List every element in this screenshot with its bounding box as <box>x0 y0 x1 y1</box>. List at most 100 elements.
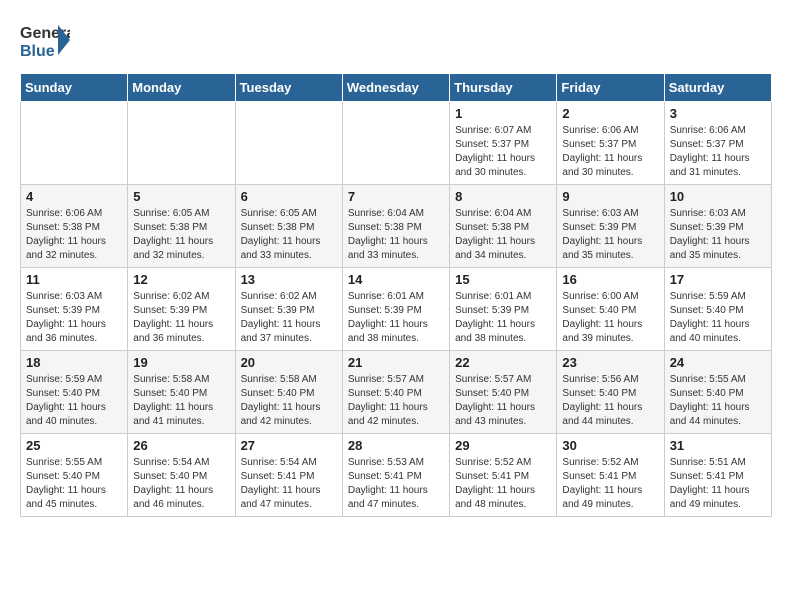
calendar-cell: 16 Sunrise: 6:00 AM Sunset: 5:40 PM Dayli… <box>557 268 664 351</box>
day-detail: Sunrise: 6:02 AM Sunset: 5:39 PM Dayligh… <box>241 290 337 346</box>
day-detail: Sunrise: 6:06 AM Sunset: 5:37 PM Dayligh… <box>670 124 766 180</box>
calendar-cell: 29 Sunrise: 5:52 AM Sunset: 5:41 PM Dayli… <box>450 434 557 517</box>
calendar-cell: 26 Sunrise: 5:54 AM Sunset: 5:40 PM Dayli… <box>128 434 235 517</box>
day-detail: Sunrise: 5:51 AM Sunset: 5:41 PM Dayligh… <box>670 456 766 512</box>
day-number: 25 <box>26 438 122 453</box>
weekday-header-friday: Friday <box>557 74 664 102</box>
logo: General Blue <box>20 20 70 65</box>
calendar-cell <box>128 102 235 185</box>
calendar-week-4: 18Sunrise: 5:59 AM Sunset: 5:40 PM Dayli… <box>21 351 772 434</box>
day-detail: Sunrise: 5:55 AM Sunset: 5:40 PM Dayligh… <box>26 456 122 512</box>
calendar-week-2: 4Sunrise: 6:06 AM Sunset: 5:38 PM Daylig… <box>21 185 772 268</box>
weekday-header-thursday: Thursday <box>450 74 557 102</box>
calendar-week-3: 11 Sunrise: 6:03 AM Sunset: 5:39 PM Dayli… <box>21 268 772 351</box>
day-number: 21 <box>348 355 444 370</box>
day-detail: Sunrise: 5:52 AM Sunset: 5:41 PM Dayligh… <box>455 456 551 512</box>
svg-text:Blue: Blue <box>20 43 55 60</box>
calendar-cell: 4Sunrise: 6:06 AM Sunset: 5:38 PM Daylig… <box>21 185 128 268</box>
day-detail: Sunrise: 5:54 AM Sunset: 5:41 PM Dayligh… <box>241 456 337 512</box>
calendar-cell <box>235 102 342 185</box>
calendar-cell: 1 Sunrise: 6:07 AM Sunset: 5:37 PM Daylig… <box>450 102 557 185</box>
day-detail: Sunrise: 6:05 AM Sunset: 5:38 PM Dayligh… <box>133 207 229 263</box>
calendar-cell: 13 Sunrise: 6:02 AM Sunset: 5:39 PM Dayli… <box>235 268 342 351</box>
weekday-header-monday: Monday <box>128 74 235 102</box>
calendar-cell: 18Sunrise: 5:59 AM Sunset: 5:40 PM Dayli… <box>21 351 128 434</box>
day-number: 22 <box>455 355 551 370</box>
day-detail: Sunrise: 6:05 AM Sunset: 5:38 PM Dayligh… <box>241 207 337 263</box>
calendar-cell: 11 Sunrise: 6:03 AM Sunset: 5:39 PM Dayli… <box>21 268 128 351</box>
weekday-header-wednesday: Wednesday <box>342 74 449 102</box>
day-detail: Sunrise: 5:57 AM Sunset: 5:40 PM Dayligh… <box>348 373 444 429</box>
day-number: 18 <box>26 355 122 370</box>
calendar-week-1: 1 Sunrise: 6:07 AM Sunset: 5:37 PM Daylig… <box>21 102 772 185</box>
day-detail: Sunrise: 5:52 AM Sunset: 5:41 PM Dayligh… <box>562 456 658 512</box>
calendar-cell: 6 Sunrise: 6:05 AM Sunset: 5:38 PM Daylig… <box>235 185 342 268</box>
day-detail: Sunrise: 5:54 AM Sunset: 5:40 PM Dayligh… <box>133 456 229 512</box>
day-detail: Sunrise: 5:59 AM Sunset: 5:40 PM Dayligh… <box>670 290 766 346</box>
day-number: 4 <box>26 189 122 204</box>
day-detail: Sunrise: 6:03 AM Sunset: 5:39 PM Dayligh… <box>26 290 122 346</box>
day-number: 7 <box>348 189 444 204</box>
calendar-table: SundayMondayTuesdayWednesdayThursdayFrid… <box>20 73 772 517</box>
day-detail: Sunrise: 6:03 AM Sunset: 5:39 PM Dayligh… <box>562 207 658 263</box>
day-number: 31 <box>670 438 766 453</box>
calendar-cell: 22 Sunrise: 5:57 AM Sunset: 5:40 PM Dayli… <box>450 351 557 434</box>
day-detail: Sunrise: 5:58 AM Sunset: 5:40 PM Dayligh… <box>133 373 229 429</box>
day-detail: Sunrise: 5:58 AM Sunset: 5:40 PM Dayligh… <box>241 373 337 429</box>
page-header: General Blue <box>20 20 772 65</box>
calendar-cell: 23 Sunrise: 5:56 AM Sunset: 5:40 PM Dayli… <box>557 351 664 434</box>
day-number: 2 <box>562 106 658 121</box>
calendar-cell: 8 Sunrise: 6:04 AM Sunset: 5:38 PM Daylig… <box>450 185 557 268</box>
day-number: 29 <box>455 438 551 453</box>
calendar-cell <box>342 102 449 185</box>
weekday-header-saturday: Saturday <box>664 74 771 102</box>
day-number: 23 <box>562 355 658 370</box>
calendar-cell: 17 Sunrise: 5:59 AM Sunset: 5:40 PM Dayli… <box>664 268 771 351</box>
calendar-cell: 12 Sunrise: 6:02 AM Sunset: 5:39 PM Dayli… <box>128 268 235 351</box>
calendar-cell: 7Sunrise: 6:04 AM Sunset: 5:38 PM Daylig… <box>342 185 449 268</box>
calendar-cell: 14 Sunrise: 6:01 AM Sunset: 5:39 PM Dayli… <box>342 268 449 351</box>
day-number: 16 <box>562 272 658 287</box>
day-detail: Sunrise: 6:01 AM Sunset: 5:39 PM Dayligh… <box>455 290 551 346</box>
calendar-cell: 25 Sunrise: 5:55 AM Sunset: 5:40 PM Dayli… <box>21 434 128 517</box>
calendar-cell: 9 Sunrise: 6:03 AM Sunset: 5:39 PM Daylig… <box>557 185 664 268</box>
day-number: 26 <box>133 438 229 453</box>
calendar-cell: 19 Sunrise: 5:58 AM Sunset: 5:40 PM Dayli… <box>128 351 235 434</box>
day-number: 28 <box>348 438 444 453</box>
day-detail: Sunrise: 5:57 AM Sunset: 5:40 PM Dayligh… <box>455 373 551 429</box>
day-number: 19 <box>133 355 229 370</box>
day-number: 1 <box>455 106 551 121</box>
calendar-cell: 31 Sunrise: 5:51 AM Sunset: 5:41 PM Dayli… <box>664 434 771 517</box>
day-detail: Sunrise: 6:03 AM Sunset: 5:39 PM Dayligh… <box>670 207 766 263</box>
day-detail: Sunrise: 5:56 AM Sunset: 5:40 PM Dayligh… <box>562 373 658 429</box>
day-detail: Sunrise: 6:07 AM Sunset: 5:37 PM Dayligh… <box>455 124 551 180</box>
day-detail: Sunrise: 5:55 AM Sunset: 5:40 PM Dayligh… <box>670 373 766 429</box>
day-detail: Sunrise: 6:04 AM Sunset: 5:38 PM Dayligh… <box>455 207 551 263</box>
day-number: 11 <box>26 272 122 287</box>
calendar-cell: 5Sunrise: 6:05 AM Sunset: 5:38 PM Daylig… <box>128 185 235 268</box>
day-number: 8 <box>455 189 551 204</box>
calendar-cell: 10Sunrise: 6:03 AM Sunset: 5:39 PM Dayli… <box>664 185 771 268</box>
logo-icon: General Blue <box>20 20 70 65</box>
day-number: 17 <box>670 272 766 287</box>
day-detail: Sunrise: 6:02 AM Sunset: 5:39 PM Dayligh… <box>133 290 229 346</box>
calendar-cell: 30 Sunrise: 5:52 AM Sunset: 5:41 PM Dayli… <box>557 434 664 517</box>
day-number: 20 <box>241 355 337 370</box>
day-number: 13 <box>241 272 337 287</box>
day-number: 6 <box>241 189 337 204</box>
day-detail: Sunrise: 5:53 AM Sunset: 5:41 PM Dayligh… <box>348 456 444 512</box>
calendar-cell: 27 Sunrise: 5:54 AM Sunset: 5:41 PM Dayli… <box>235 434 342 517</box>
day-number: 9 <box>562 189 658 204</box>
calendar-cell: 28 Sunrise: 5:53 AM Sunset: 5:41 PM Dayli… <box>342 434 449 517</box>
day-number: 27 <box>241 438 337 453</box>
day-number: 12 <box>133 272 229 287</box>
calendar-week-5: 25 Sunrise: 5:55 AM Sunset: 5:40 PM Dayli… <box>21 434 772 517</box>
day-number: 14 <box>348 272 444 287</box>
day-detail: Sunrise: 6:06 AM Sunset: 5:37 PM Dayligh… <box>562 124 658 180</box>
day-detail: Sunrise: 6:00 AM Sunset: 5:40 PM Dayligh… <box>562 290 658 346</box>
day-number: 30 <box>562 438 658 453</box>
calendar-cell: 21 Sunrise: 5:57 AM Sunset: 5:40 PM Dayli… <box>342 351 449 434</box>
day-detail: Sunrise: 6:01 AM Sunset: 5:39 PM Dayligh… <box>348 290 444 346</box>
calendar-cell: 20 Sunrise: 5:58 AM Sunset: 5:40 PM Dayli… <box>235 351 342 434</box>
day-number: 15 <box>455 272 551 287</box>
